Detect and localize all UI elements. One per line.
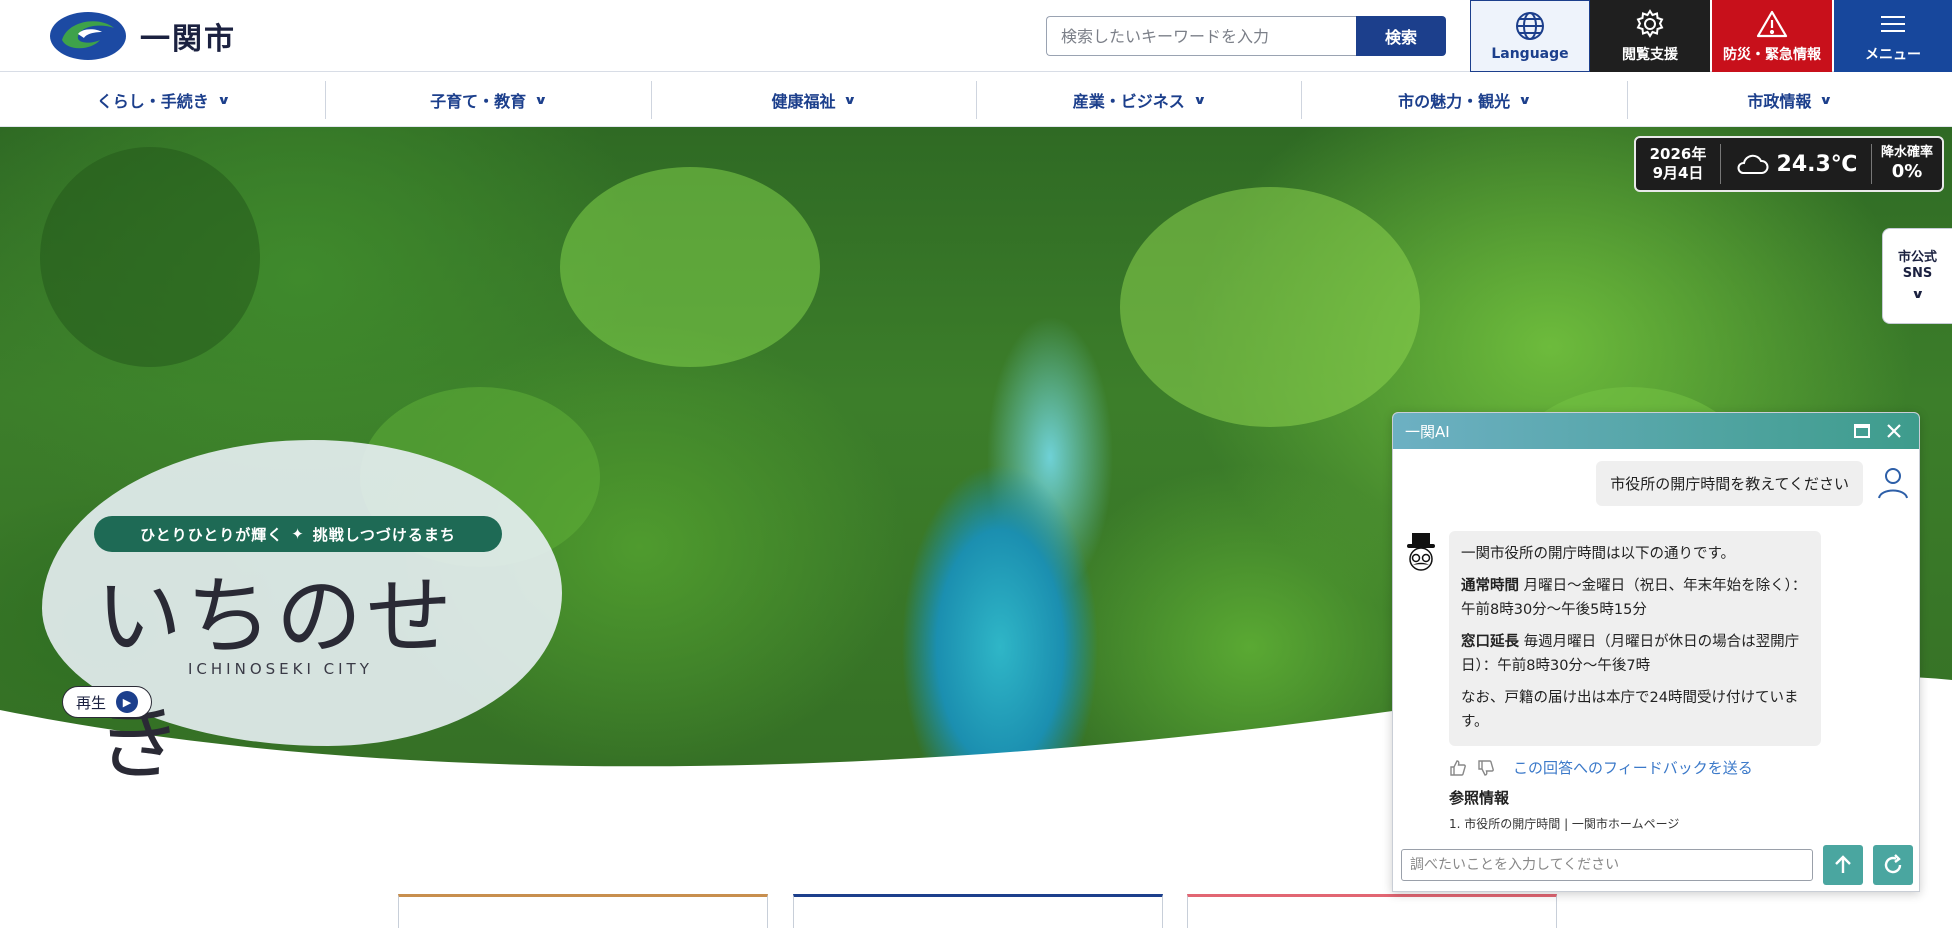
- user-message-row: 市役所の開庁時間を教えてください: [1393, 461, 1919, 506]
- canopy-texture: [40, 147, 260, 367]
- nav-label: 市の魅力・観光: [1398, 91, 1511, 111]
- nav-label: 産業・ビジネス: [1072, 91, 1185, 111]
- chat-input[interactable]: [1401, 849, 1813, 881]
- play-icon: ▶: [116, 691, 138, 713]
- user-message: 市役所の開庁時間を教えてください: [1596, 461, 1863, 506]
- language-label: Language: [1491, 46, 1569, 62]
- nav-item-childcare[interactable]: 子育て・教育 ∨: [325, 73, 650, 126]
- sns-label-2: SNS: [1902, 265, 1933, 281]
- nav-label: 市政情報: [1747, 91, 1812, 111]
- rain-label: 降水確率: [1880, 145, 1933, 161]
- bot-note: なお、戸籍の届け出は本庁で24時間受け付けています。: [1461, 689, 1799, 730]
- chevron-down-icon: ∨: [843, 92, 858, 107]
- canopy-texture: [1120, 187, 1420, 427]
- chat-header: 一関AI: [1393, 413, 1919, 449]
- nav-label: くらし・手続き: [96, 91, 209, 111]
- search-input[interactable]: [1046, 16, 1356, 56]
- weather-widget: 2026年 9月4日 24.3℃ 降水確率 0%: [1634, 136, 1944, 192]
- chevron-down-icon: ∨: [216, 92, 231, 107]
- maximize-button[interactable]: [1849, 418, 1875, 444]
- rain-probability: 降水確率 0%: [1872, 145, 1942, 182]
- menu-label: メニュー: [1865, 47, 1921, 63]
- gear-icon: [1636, 9, 1664, 38]
- site-logo[interactable]: 一関市: [48, 10, 236, 62]
- nav-item-living[interactable]: くらし・手続き ∨: [0, 73, 325, 126]
- browsing-support-button[interactable]: 閲覧支援: [1590, 0, 1710, 72]
- city-emblem-icon: [50, 12, 126, 60]
- play-label: 再生: [75, 693, 106, 712]
- nav-item-health[interactable]: 健康福祉 ∨: [650, 73, 976, 126]
- bot-avatar-icon: [1407, 533, 1435, 571]
- weather-year: 2026年: [1649, 145, 1707, 164]
- chevron-down-icon: ∨: [1910, 287, 1925, 302]
- weather-day: 9月4日: [1652, 164, 1704, 182]
- refresh-icon: [1884, 854, 1902, 874]
- chat-input-row: [1401, 845, 1913, 885]
- bot-message: 一関市役所の開庁時間は以下の通りです。 通常時間 月曜日～金曜日（祝日、年末年始…: [1449, 531, 1821, 747]
- close-icon: [1887, 424, 1901, 438]
- chevron-down-icon: ∨: [1192, 92, 1207, 107]
- reference-title: 参照情報: [1449, 789, 1510, 807]
- disaster-info-label: 防災・緊急情報: [1723, 47, 1821, 63]
- globe-icon: [1516, 12, 1544, 40]
- nav-item-business[interactable]: 産業・ビジネス ∨: [975, 73, 1301, 126]
- browsing-support-label: 閲覧支援: [1622, 47, 1678, 63]
- ai-chat-window: 一関AI 市役所の開庁時間を教えてください 一関市役所の開庁時間は以下の通りです…: [1392, 412, 1920, 892]
- temperature-value: 24.3℃: [1776, 151, 1858, 177]
- reset-chat-button[interactable]: [1873, 845, 1913, 885]
- cloud-icon: [1737, 154, 1769, 174]
- city-name-en: ICHINOSEKI CITY: [188, 660, 373, 678]
- canopy-texture: [560, 167, 820, 367]
- chat-title: 一関AI: [1405, 422, 1450, 441]
- sparkle-icon: ✦: [291, 525, 305, 543]
- sns-label-1: 市公式: [1897, 250, 1937, 266]
- bot-intro: 一関市役所の開庁時間は以下の通りです。: [1461, 546, 1736, 562]
- arrow-up-icon: [1835, 855, 1851, 873]
- send-button[interactable]: [1823, 845, 1863, 885]
- site-header: 一関市 検索 Language 閲覧支援 防災・緊急情報 メニュー: [0, 0, 1952, 72]
- chevron-down-icon: ∨: [534, 92, 548, 107]
- rain-value: 0%: [1891, 161, 1923, 182]
- maximize-icon: [1854, 424, 1870, 438]
- disaster-info-button[interactable]: 防災・緊急情報: [1712, 0, 1832, 72]
- official-sns-tab[interactable]: 市公式 SNS ∨: [1882, 228, 1952, 324]
- feature-card-2[interactable]: [793, 894, 1163, 928]
- weather-date: 2026年 9月4日: [1636, 145, 1720, 183]
- search-form: 検索: [1046, 16, 1446, 56]
- thumbs-up-icon[interactable]: [1449, 759, 1467, 777]
- global-nav: くらし・手続き ∨ 子育て・教育 ∨ 健康福祉 ∨ 産業・ビジネス ∨ 市の魅力・観光 ∨…: [0, 73, 1952, 127]
- bot-item-label: 通常時間: [1461, 577, 1519, 594]
- warning-icon: [1756, 10, 1788, 38]
- bot-item-extended: 窓口延長 毎週月曜日（月曜日が休日の場合は翌開庁日）：午前8時30分～午後7時: [1461, 631, 1809, 679]
- user-avatar: [1875, 464, 1911, 504]
- close-button[interactable]: [1881, 418, 1907, 444]
- slideshow-play-button[interactable]: 再生 ▶: [62, 686, 152, 718]
- chevron-down-icon: ∨: [1819, 92, 1834, 107]
- hamburger-icon: [1881, 16, 1905, 32]
- feature-card-1[interactable]: [398, 894, 768, 928]
- menu-button[interactable]: メニュー: [1834, 0, 1952, 72]
- user-icon: [1878, 467, 1908, 498]
- weather-temperature: 24.3℃: [1721, 151, 1871, 177]
- nav-label: 健康福祉: [771, 91, 836, 111]
- feedback-link[interactable]: この回答へのフィードバックを送る: [1513, 757, 1753, 778]
- feedback-row: この回答へのフィードバックを送る: [1449, 757, 1753, 778]
- nav-label: 子育て・教育: [430, 91, 527, 111]
- catchphrase-right: 挑戦しつづけるまち: [312, 525, 456, 544]
- catchphrase-left: ひとりひとりが輝く: [140, 525, 284, 544]
- feature-card-3[interactable]: [1187, 894, 1557, 928]
- nav-item-tourism[interactable]: 市の魅力・観光 ∨: [1301, 73, 1626, 126]
- chevron-down-icon: ∨: [1518, 92, 1532, 107]
- language-button[interactable]: Language: [1470, 0, 1590, 72]
- bot-item-label: 窓口延長: [1461, 633, 1519, 650]
- search-button[interactable]: 検索: [1356, 16, 1446, 56]
- reference-link[interactable]: 1. 市役所の開庁時間 | 一関市ホームページ: [1449, 815, 1679, 832]
- bot-item-regular: 通常時間 月曜日～金曜日（祝日、年末年始を除く）：午前8時30分～午後5時15分: [1461, 575, 1809, 623]
- nav-item-city-info[interactable]: 市政情報 ∨: [1626, 73, 1952, 126]
- logo-text: 一関市: [140, 22, 236, 57]
- thumbs-down-icon[interactable]: [1477, 759, 1495, 777]
